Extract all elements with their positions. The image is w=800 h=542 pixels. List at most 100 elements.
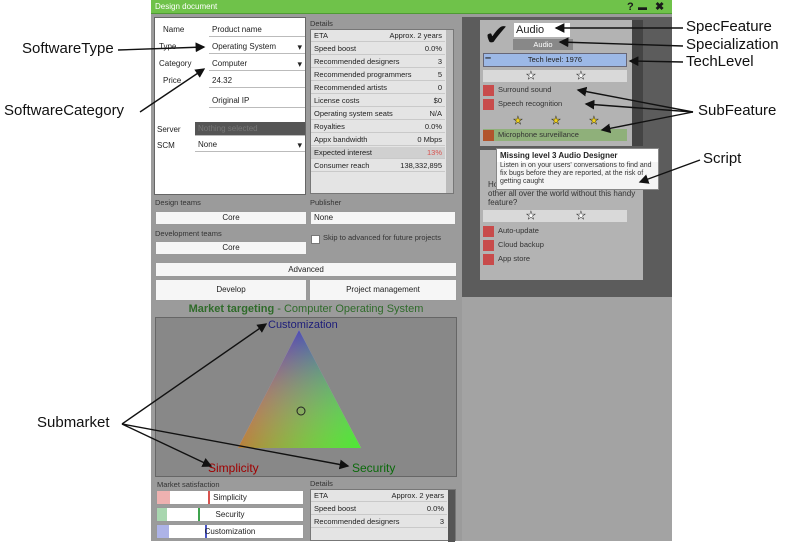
details-row: ETA Approx. 2 years	[311, 30, 445, 42]
details-row-value: 5	[437, 70, 442, 79]
stars-row-1: ★ ★	[483, 70, 627, 82]
market-triangle-panel: Customization Simplicity Security	[155, 317, 457, 477]
type-dropdown[interactable]: Operating System	[209, 40, 305, 54]
security-label: Security	[352, 461, 396, 475]
feature-name: Audio	[514, 23, 570, 37]
scm-dropdown[interactable]: None	[195, 138, 305, 152]
server-select[interactable]: Nothing selected	[195, 122, 305, 136]
ip-field[interactable]: Original IP	[209, 94, 305, 108]
empty-area	[462, 297, 672, 541]
subfeature-speech-recognition[interactable]: Speech recognition	[483, 98, 627, 110]
stars-row-2: ★ ★ ★	[483, 115, 627, 128]
design-teams-select[interactable]: Core	[155, 211, 307, 225]
subfeature-app-store[interactable]: App store	[483, 253, 627, 265]
project-management-button[interactable]: Project management	[309, 279, 457, 301]
subfeature-label: Speech recognition	[498, 99, 563, 108]
development-teams-label: Development teams	[155, 229, 222, 238]
details-row: ETA Approx. 2 years	[311, 490, 447, 502]
market-satisfaction-label: Market satisfaction	[157, 480, 220, 489]
tech-level-decrease-button[interactable]: –	[485, 52, 491, 64]
market-triangle[interactable]	[156, 318, 458, 478]
help-button[interactable]: ?	[627, 0, 634, 14]
market-targeting-subtitle: - Computer Operating System	[274, 303, 424, 315]
subfeature-checkbox[interactable]	[483, 254, 494, 265]
tooltip-title: Missing level 3 Audio Designer	[497, 149, 658, 162]
server-label: Server	[157, 125, 181, 134]
details-row-label: ETA	[314, 31, 329, 40]
star-icon: ★	[551, 115, 561, 128]
subfeature-microphone-surveillance[interactable]: Microphone surveillance	[483, 129, 627, 141]
type-label: Type	[159, 42, 177, 51]
title-bar: Design document ? ▬ ✖	[151, 0, 672, 14]
details-row: Recommended designers 3	[311, 516, 447, 528]
subfeature-checkbox[interactable]	[483, 240, 494, 251]
tech-level-selector[interactable]: Tech level: 1976	[483, 53, 627, 67]
subfeature-label: Cloud backup	[498, 240, 544, 249]
details-row: License costs $0	[311, 95, 445, 107]
window-title: Design document	[155, 2, 218, 11]
details-scrollbar[interactable]	[446, 30, 453, 193]
details-row: Recommended designers 3	[311, 56, 445, 68]
advanced-button[interactable]: Advanced	[155, 262, 457, 277]
details-row-value: N/A	[429, 109, 442, 118]
satisfaction-label: Customization	[204, 527, 256, 536]
satisfaction-label: Simplicity	[213, 493, 247, 502]
annotation-specialization: Specialization	[686, 36, 779, 53]
name-input[interactable]: Product name	[209, 23, 305, 37]
feature-card-audio: ✔ Audio Audio Tech level: 1976 – ★ ★ Sur…	[480, 20, 643, 146]
design-document-window: Design document ? ▬ ✖ Name Product name …	[151, 0, 672, 542]
details-row-value: 0	[437, 83, 442, 92]
subfeature-label: Auto-update	[498, 226, 539, 235]
develop-button[interactable]: Develop	[155, 279, 307, 301]
details-row-label: Speed boost	[314, 504, 357, 513]
details-row-label: ETA	[314, 491, 329, 500]
annotation-script: Script	[703, 150, 742, 167]
subfeature-label: App store	[498, 254, 531, 263]
price-input[interactable]: 24.32	[209, 74, 305, 88]
subfeature-auto-update[interactable]: Auto-update	[483, 225, 627, 237]
details-row-label: Expected interest	[314, 148, 372, 157]
market-targeting-heading: Market targeting	[188, 303, 275, 315]
feature-scrollbar[interactable]	[632, 20, 643, 146]
details-row-value: Approx. 2 years	[391, 491, 444, 500]
specialization-select[interactable]: Audio	[513, 39, 573, 50]
details-row-value: 138,332,895	[400, 161, 442, 170]
satisfaction-bar-customization: Customization	[156, 524, 304, 539]
details-row-value: 13%	[426, 148, 442, 157]
subfeature-label: Surround sound	[498, 85, 552, 94]
subfeature-checkbox[interactable]	[483, 130, 494, 141]
star-icon: ★	[526, 70, 536, 83]
stars-row-3: ★ ★	[483, 210, 627, 222]
subfeature-label: Microphone surveillance	[498, 130, 579, 139]
satisfaction-label: Security	[215, 510, 245, 519]
market-targeting-title: Market targeting - Computer Operating Sy…	[151, 302, 461, 316]
details-row-label: Operating system seats	[314, 109, 393, 118]
annotation-software-type: SoftwareType	[22, 40, 114, 57]
category-dropdown[interactable]: Computer	[209, 57, 305, 71]
development-teams-select[interactable]: Core	[155, 241, 307, 255]
close-button[interactable]: ✖	[655, 0, 664, 14]
publisher-select[interactable]: None	[310, 211, 456, 225]
details-row-label: Appx bandwidth	[314, 135, 368, 144]
subfeature-checkbox[interactable]	[483, 99, 494, 110]
details-row-value: 0 Mbps	[417, 135, 442, 144]
market-satisfaction-bars: Simplicity Security Customization	[156, 490, 304, 541]
subfeature-checkbox[interactable]	[483, 226, 494, 237]
scm-label: SCM	[157, 141, 175, 150]
details-row-value: 3	[437, 57, 442, 66]
details-row: Recommended programmers 5	[311, 69, 445, 81]
details-row: Speed boost 0.0%	[311, 503, 447, 515]
checkmark-icon: ✔	[484, 19, 510, 52]
publisher-label: Publisher	[310, 198, 342, 207]
subfeature-cloud-backup[interactable]: Cloud backup	[483, 239, 627, 251]
details-row: Recommended artists 0	[311, 82, 445, 94]
minimize-button[interactable]: ▬	[638, 0, 647, 14]
details-row: Operating system seats N/A	[311, 108, 445, 120]
skip-advanced-checkbox[interactable]	[311, 235, 320, 244]
details-row-label: Recommended artists	[314, 83, 387, 92]
subfeature-checkbox[interactable]	[483, 85, 494, 96]
details2-scrollbar[interactable]	[448, 490, 455, 542]
annotation-sub-feature: SubFeature	[698, 102, 777, 119]
subfeature-surround-sound[interactable]: Surround sound	[483, 84, 627, 96]
tooltip: Missing level 3 Audio Designer Listen in…	[496, 148, 659, 190]
